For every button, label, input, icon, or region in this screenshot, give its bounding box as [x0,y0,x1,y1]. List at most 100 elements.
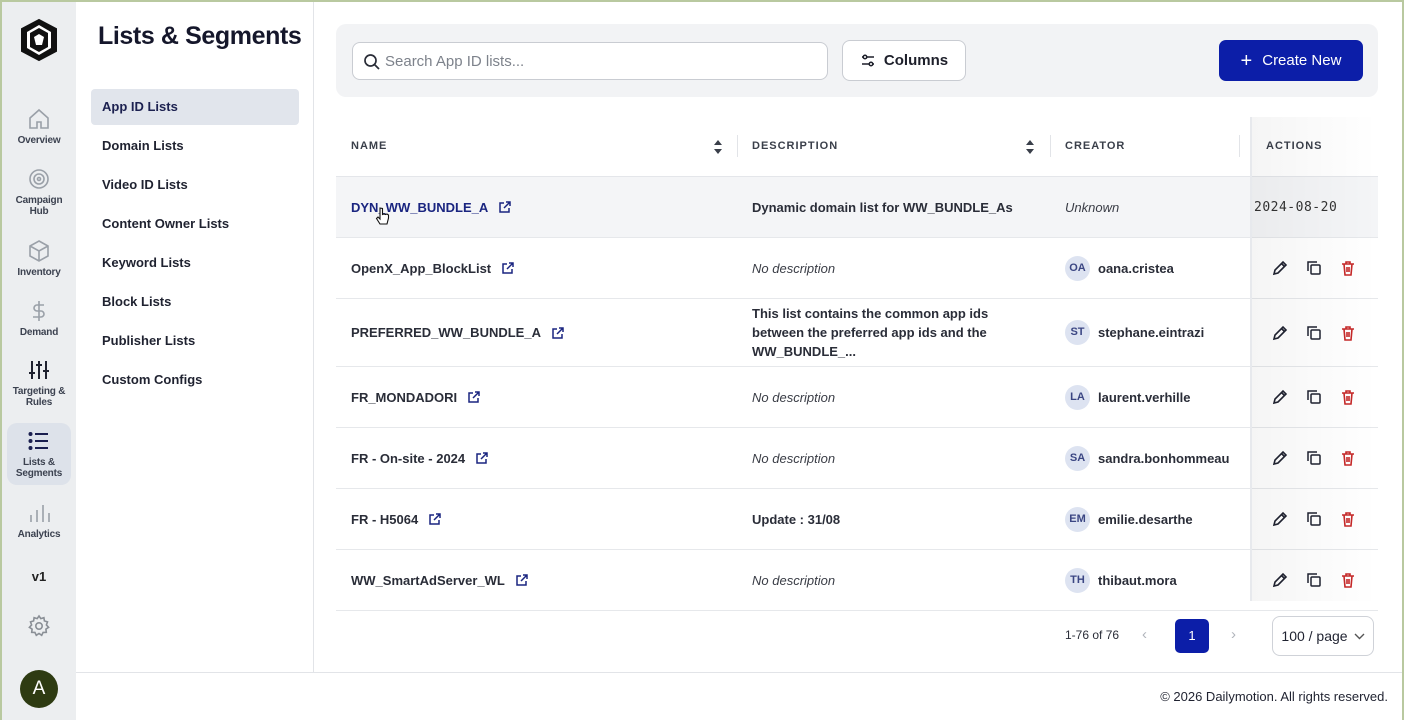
search-box [352,42,828,80]
row-actions [1271,428,1357,488]
search-input[interactable] [385,43,815,79]
table-row[interactable]: WW_SmartAdServer_WL No description TH th… [336,550,1378,611]
row-actions [1271,550,1357,610]
chevron-left-icon[interactable]: ‹ [1142,626,1147,643]
nav-domain-lists[interactable]: Domain Lists [91,128,299,164]
rail-overview[interactable]: Overview [7,107,71,146]
rail-campaign-hub-label: Campaign Hub [15,195,63,217]
delete-icon[interactable] [1339,510,1357,528]
external-link-icon[interactable] [475,451,489,465]
list-name-link[interactable]: WW_SmartAdServer_WL [351,573,505,588]
name-cell: FR - H5064 [351,489,442,549]
header-description[interactable]: DESCRIPTION [752,140,838,152]
sort-icon[interactable] [1025,139,1035,155]
creator-name: stephane.eintrazi [1098,325,1205,340]
row-actions [1271,238,1357,298]
external-link-icon[interactable] [551,326,565,340]
duplicate-icon[interactable] [1305,324,1323,342]
edit-icon[interactable] [1271,259,1289,277]
nav-publisher-lists[interactable]: Publisher Lists [91,323,299,359]
creator-name: emilie.desarthe [1098,511,1193,527]
external-link-icon[interactable] [501,261,515,275]
home-icon [29,108,49,129]
sort-icon[interactable] [713,139,723,155]
table-row[interactable]: PREFERRED_WW_BUNDLE_A This list contains… [336,299,1378,367]
edit-icon[interactable] [1271,449,1289,467]
name-cell: FR - On-site - 2024 [351,428,489,488]
rail-targeting-rules[interactable]: Targeting & Rules [7,358,71,408]
duplicate-icon[interactable] [1305,571,1323,589]
table-row[interactable]: FR - On-site - 2024 No description SA sa… [336,428,1378,489]
nav-app-id-lists[interactable]: App ID Lists [91,89,299,125]
duplicate-icon[interactable] [1305,510,1323,528]
description-cell: This list contains the common app ids be… [752,306,989,359]
external-link-icon[interactable] [498,200,512,214]
list-name-link[interactable]: DYN_WW_BUNDLE_A [351,200,488,215]
duplicate-icon[interactable] [1305,259,1323,277]
rail-overview-label: Overview [17,135,61,146]
name-cell: PREFERRED_WW_BUNDLE_A [351,299,565,366]
delete-icon[interactable] [1339,388,1357,406]
external-link-icon[interactable] [467,390,481,404]
gear-icon[interactable] [27,614,51,638]
edit-icon[interactable] [1271,388,1289,406]
row-actions [1271,367,1357,427]
rail-targeting-label: Targeting & Rules [12,386,66,408]
date-cell: 2024-08-20 [1254,199,1338,215]
duplicate-icon[interactable] [1305,449,1323,467]
external-link-icon[interactable] [515,573,529,587]
section-nav: Lists & Segments App ID Lists Domain Lis… [76,2,314,672]
external-link-icon[interactable] [428,512,442,526]
nav-video-id-lists[interactable]: Video ID Lists [91,167,299,203]
table-row[interactable]: FR - H5064 Update : 31/08 EM emilie.desa… [336,489,1378,550]
description-cell: No description [752,450,836,466]
rail-analytics-label: Analytics [17,529,61,540]
list-name-link[interactable]: FR - H5064 [351,512,418,527]
table-row[interactable]: FR_MONDADORI No description LA laurent.v… [336,367,1378,428]
creator-name: sandra.bonhommeau [1098,450,1230,466]
chevron-down-icon [1354,633,1365,639]
rail-lists-segments[interactable]: Lists & Segments [7,423,71,485]
rail-demand[interactable]: Demand [7,299,71,338]
pagination-range: 1-76 of 76 [1065,628,1120,642]
nav-block-lists[interactable]: Block Lists [91,284,299,320]
rail-campaign-hub[interactable]: Campaign Hub [7,167,71,217]
page-button-current[interactable]: 1 [1175,619,1209,653]
duplicate-icon[interactable] [1305,388,1323,406]
columns-button-label: Columns [883,52,949,69]
edit-icon[interactable] [1271,324,1289,342]
nav-custom-configs[interactable]: Custom Configs [91,362,299,398]
chevron-right-icon[interactable]: › [1231,626,1236,643]
delete-icon[interactable] [1339,324,1357,342]
delete-icon[interactable] [1339,449,1357,467]
creator-cell: TH thibaut.mora [1065,550,1177,610]
edit-icon[interactable] [1271,510,1289,528]
list-name-link[interactable]: FR_MONDADORI [351,390,457,405]
description-cell: No description [752,572,836,588]
user-avatar[interactable]: A [20,670,58,708]
delete-icon[interactable] [1339,571,1357,589]
list-name-link[interactable]: FR - On-site - 2024 [351,451,465,466]
list-name-link[interactable]: OpenX_App_BlockList [351,261,491,276]
creator-name: thibaut.mora [1098,572,1177,588]
header-creator[interactable]: CREATOR [1065,140,1125,152]
rail-inventory[interactable]: Inventory [7,239,71,278]
page-size-value: 100 / page [1281,628,1348,644]
creator-cell: SA sandra.bonhommeau [1065,428,1229,488]
nav-content-owner-lists[interactable]: Content Owner Lists [91,206,299,242]
create-new-button[interactable]: + Create New [1219,40,1363,81]
edit-icon[interactable] [1271,571,1289,589]
creator-cell: Unknown [1065,177,1119,237]
table-row[interactable]: OpenX_App_BlockList No description OA oa… [336,238,1378,299]
table-row[interactable]: DYN_WW_BUNDLE_A Dynamic domain list for … [336,177,1378,238]
row-actions [1271,489,1357,549]
columns-button[interactable]: Columns [842,40,966,81]
nav-keyword-lists[interactable]: Keyword Lists [91,245,299,281]
list-name-link[interactable]: PREFERRED_WW_BUNDLE_A [351,325,541,340]
creator-avatar: TH [1065,567,1090,593]
app-logo-icon[interactable] [19,18,59,62]
delete-icon[interactable] [1339,259,1357,277]
rail-analytics[interactable]: Analytics [7,501,71,540]
page-size-select[interactable]: 100 / page [1272,616,1374,656]
header-name[interactable]: NAME [351,140,387,152]
